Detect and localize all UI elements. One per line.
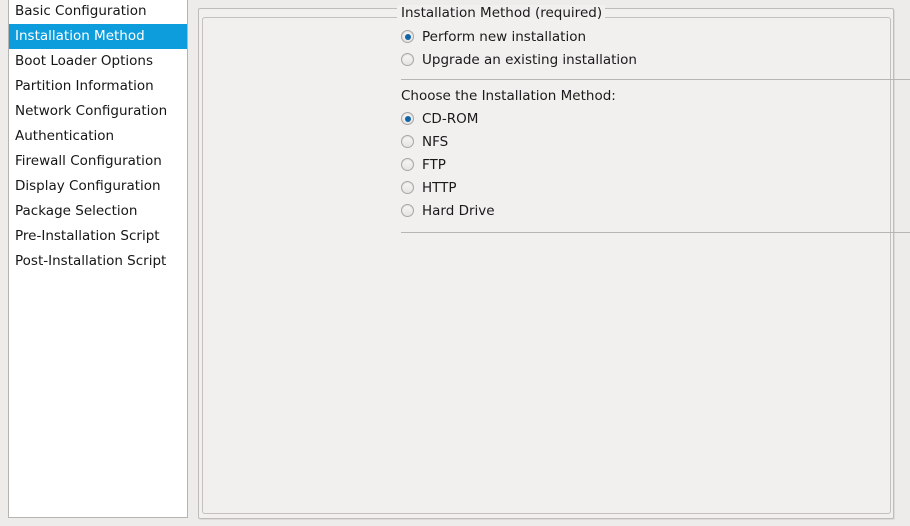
radio-upgrade-existing-installation[interactable]: Upgrade an existing installation	[401, 48, 910, 71]
sidebar-item-network-configuration[interactable]: Network Configuration	[9, 99, 187, 124]
radio-label: CD-ROM	[422, 110, 479, 127]
installation-method-panel: Installation Method (required) Perform n…	[198, 5, 910, 519]
radio-label: Upgrade an existing installation	[422, 51, 637, 68]
separator-upper	[401, 79, 910, 80]
sidebar-item-label: Display Configuration	[15, 178, 161, 194]
radio-unselected-icon[interactable]	[401, 181, 414, 194]
radio-hard-drive[interactable]: Hard Drive	[401, 199, 910, 222]
radio-label: Hard Drive	[422, 202, 495, 219]
sidebar-item-label: Post-Installation Script	[15, 253, 167, 269]
separator-lower	[401, 232, 910, 233]
sidebar-item-label: Firewall Configuration	[15, 153, 162, 169]
radio-label: HTTP	[422, 179, 457, 196]
groupbox-content: Perform new installation Upgrade an exis…	[401, 25, 910, 233]
radio-label: Perform new installation	[422, 28, 587, 45]
sidebar-item-label: Package Selection	[15, 203, 138, 219]
sidebar-item-firewall-configuration[interactable]: Firewall Configuration	[9, 149, 187, 174]
radio-unselected-icon[interactable]	[401, 204, 414, 217]
sidebar-item-installation-method[interactable]: Installation Method	[9, 24, 187, 49]
radio-cdrom[interactable]: CD-ROM	[401, 107, 910, 130]
radio-nfs[interactable]: NFS	[401, 130, 910, 153]
sidebar-item-label: Pre-Installation Script	[15, 228, 160, 244]
sidebar-item-pre-installation-script[interactable]: Pre-Installation Script	[9, 224, 187, 249]
sidebar-item-label: Boot Loader Options	[15, 53, 153, 69]
sidebar-item-authentication[interactable]: Authentication	[9, 124, 187, 149]
choose-method-title: Choose the Installation Method:	[401, 88, 616, 104]
sidebar-item-boot-loader-options[interactable]: Boot Loader Options	[9, 49, 187, 74]
groupbox-legend: Installation Method (required)	[397, 5, 606, 21]
installation-method-radio-group[interactable]: CD-ROM NFS FTP HTTP Hard Drive	[401, 107, 910, 222]
install-type-radio-group[interactable]: Perform new installation Upgrade an exis…	[401, 25, 910, 71]
sidebar-item-basic-configuration[interactable]: Basic Configuration	[9, 0, 187, 24]
radio-ftp[interactable]: FTP	[401, 153, 910, 176]
radio-selected-icon[interactable]	[401, 30, 414, 43]
sidebar-item-post-installation-script[interactable]: Post-Installation Script	[9, 249, 187, 274]
radio-perform-new-installation[interactable]: Perform new installation	[401, 25, 910, 48]
sidebar-section-list[interactable]: Basic Configuration Installation Method …	[8, 0, 188, 518]
sidebar-item-label: Basic Configuration	[15, 3, 147, 19]
sidebar-item-display-configuration[interactable]: Display Configuration	[9, 174, 187, 199]
kickstart-configurator-window: Basic Configuration Installation Method …	[0, 0, 910, 526]
sidebar-item-label: Installation Method	[15, 28, 145, 44]
radio-unselected-icon[interactable]	[401, 135, 414, 148]
radio-selected-icon[interactable]	[401, 112, 414, 125]
radio-label: NFS	[422, 133, 449, 150]
sidebar-item-partition-information[interactable]: Partition Information	[9, 74, 187, 99]
sidebar-item-label: Partition Information	[15, 78, 154, 94]
sidebar-item-label: Authentication	[15, 128, 115, 144]
radio-unselected-icon[interactable]	[401, 158, 414, 171]
radio-unselected-icon[interactable]	[401, 53, 414, 66]
sidebar-item-package-selection[interactable]: Package Selection	[9, 199, 187, 224]
radio-http[interactable]: HTTP	[401, 176, 910, 199]
sidebar-item-label: Network Configuration	[15, 103, 168, 119]
radio-label: FTP	[422, 156, 446, 173]
